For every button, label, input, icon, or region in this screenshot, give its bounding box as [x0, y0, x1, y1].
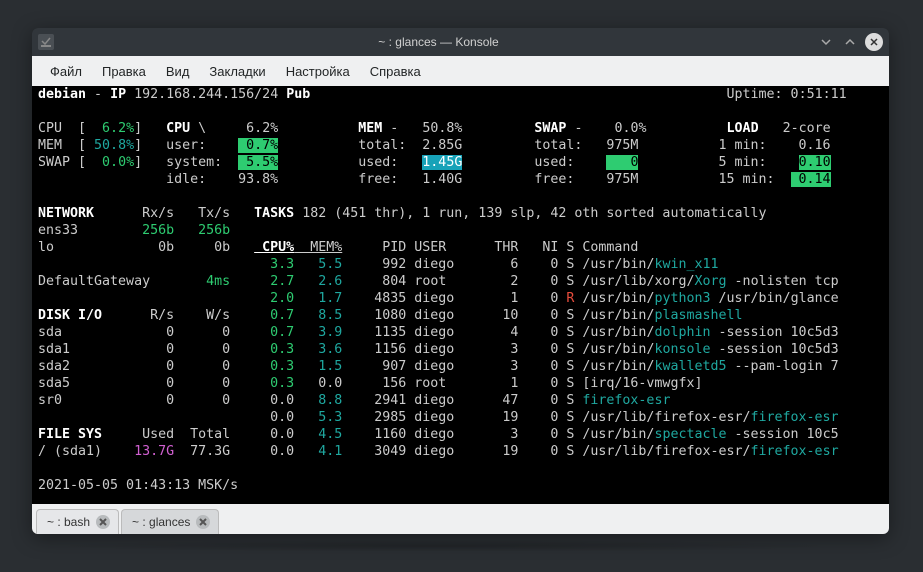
menu-help[interactable]: Справка: [360, 60, 431, 83]
menu-settings[interactable]: Настройка: [276, 60, 360, 83]
tab-close-icon[interactable]: [196, 515, 210, 529]
window-title: ~ : glances — Konsole: [60, 35, 817, 49]
minimize-button[interactable]: [817, 33, 835, 51]
terminal-window: ~ : glances — Konsole Файл Правка Вид За…: [32, 28, 889, 534]
tab-label: ~ : glances: [132, 515, 190, 529]
tab-bash[interactable]: ~ : bash: [36, 509, 119, 534]
titlebar[interactable]: ~ : glances — Konsole: [32, 28, 889, 56]
menu-file[interactable]: Файл: [40, 60, 92, 83]
menu-view[interactable]: Вид: [156, 60, 200, 83]
maximize-button[interactable]: [841, 33, 859, 51]
menu-edit[interactable]: Правка: [92, 60, 156, 83]
terminal-content[interactable]: debian - IP 192.168.244.156/24 Pub Uptim…: [32, 86, 889, 504]
tab-label: ~ : bash: [47, 515, 90, 529]
app-icon: [38, 34, 54, 50]
tab-glances[interactable]: ~ : glances: [121, 509, 219, 534]
close-button[interactable]: [865, 33, 883, 51]
menubar: Файл Правка Вид Закладки Настройка Справ…: [32, 56, 889, 86]
tab-close-icon[interactable]: [96, 515, 110, 529]
menu-bookmarks[interactable]: Закладки: [199, 60, 275, 83]
tabbar: ~ : bash ~ : glances: [32, 504, 889, 534]
